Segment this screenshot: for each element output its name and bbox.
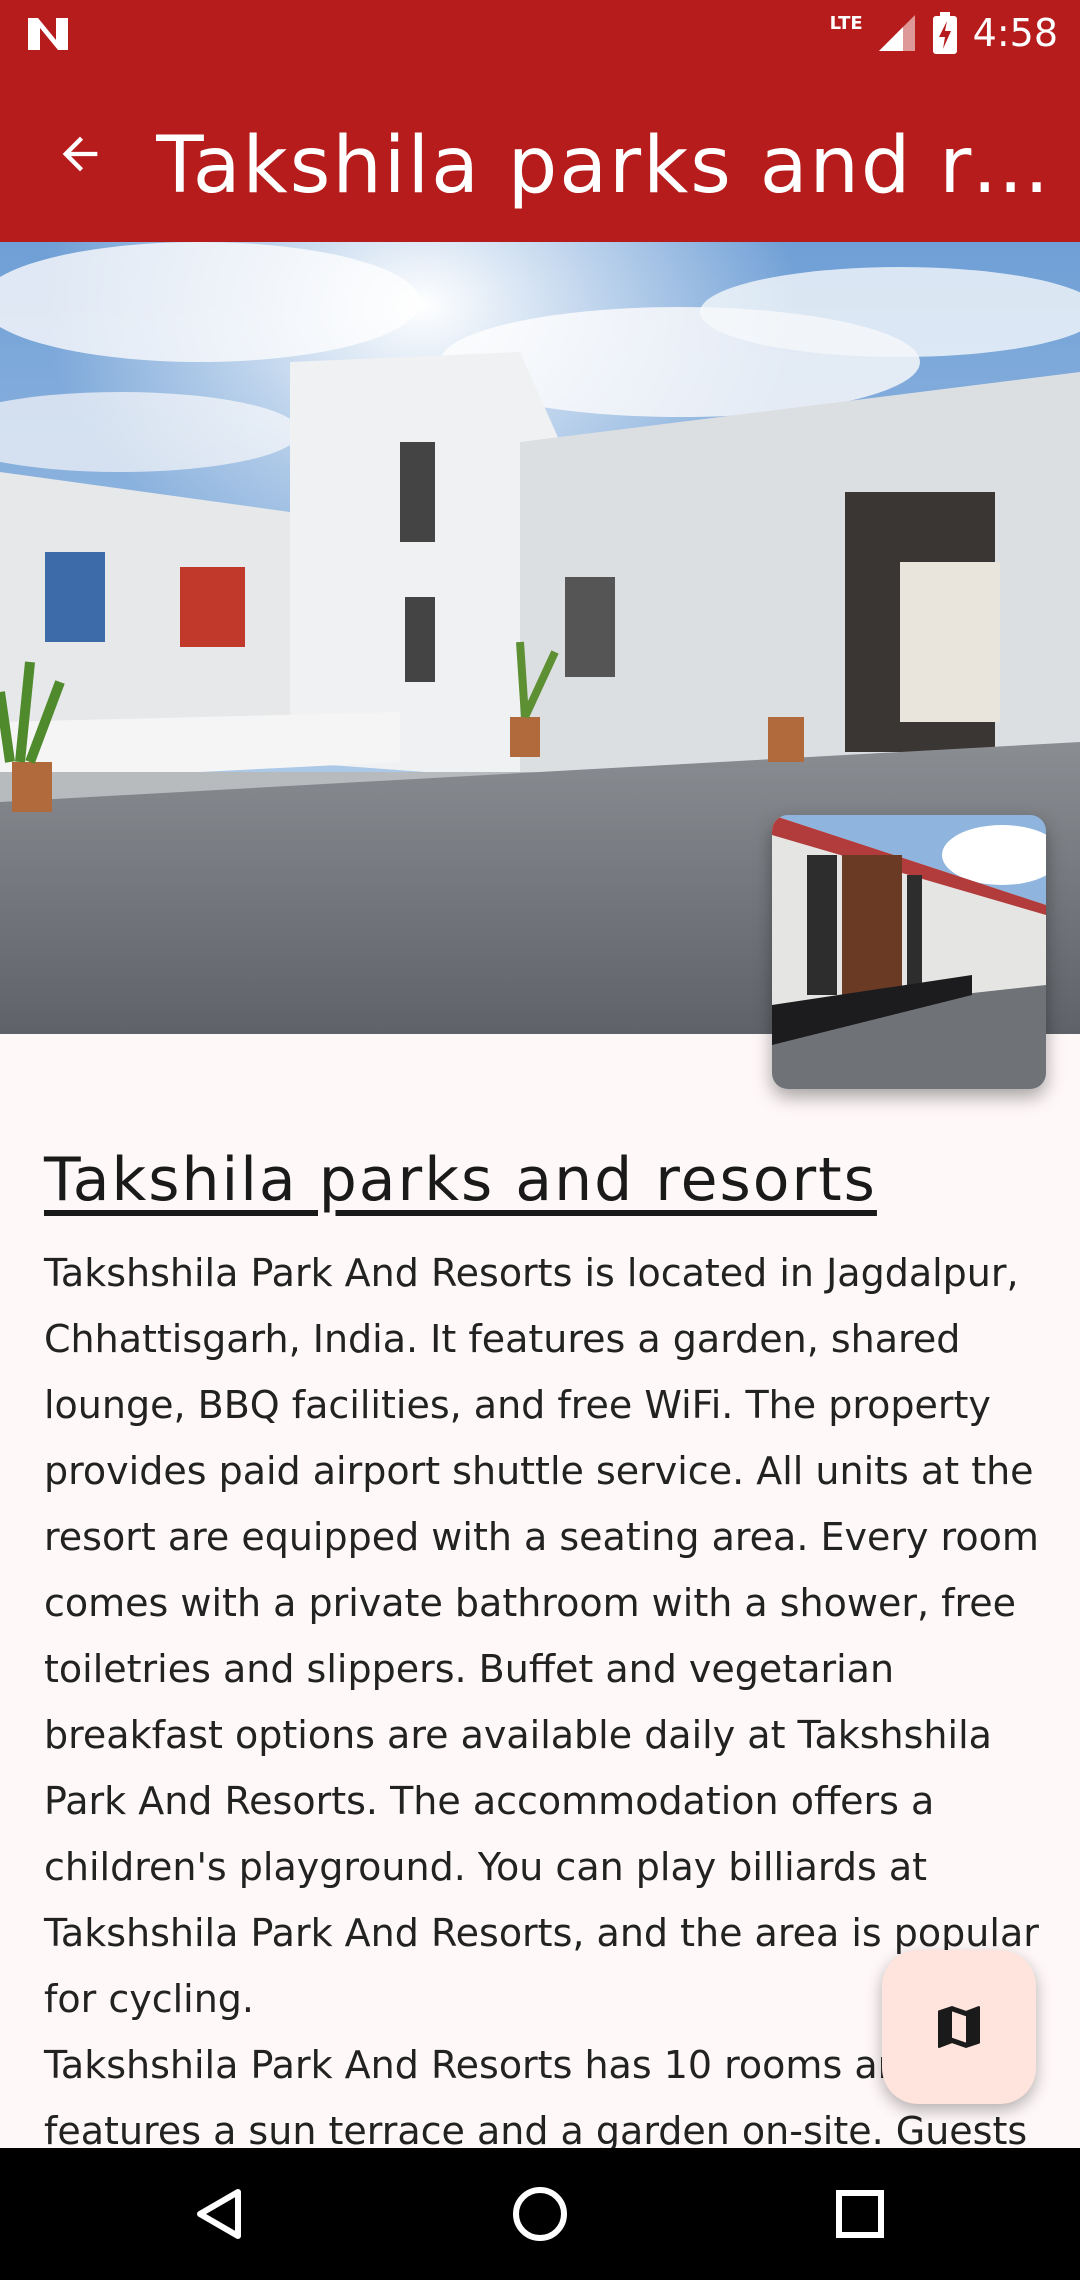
- nav-back-button[interactable]: [184, 2178, 256, 2250]
- n-logo-icon: [28, 18, 68, 50]
- nav-home-icon: [513, 2187, 567, 2241]
- clock: 4:58: [972, 11, 1058, 55]
- resort-heading: Takshila parks and resorts: [44, 1145, 877, 1215]
- navigation-bar: [0, 2148, 1080, 2280]
- nav-recents-button[interactable]: [824, 2178, 896, 2250]
- battery-charging-icon: [932, 12, 957, 54]
- resort-rooms-photo: [772, 815, 1046, 1089]
- arrow-back-icon: [62, 136, 98, 172]
- description-paragraph: Takshshila Park And Resorts is located i…: [44, 1251, 1039, 2021]
- network-type: LTE: [829, 12, 863, 34]
- nav-home-button[interactable]: [504, 2178, 576, 2250]
- app-bar: Takshila parks and resorts: [0, 66, 1080, 242]
- nav-back-icon: [197, 2189, 241, 2239]
- thumbnail-image[interactable]: [772, 815, 1046, 1089]
- status-bar: LTE 4:58: [0, 0, 1080, 66]
- map-icon: [938, 2006, 980, 2048]
- nav-recents-icon: [836, 2190, 884, 2238]
- map-button[interactable]: [882, 1950, 1036, 2104]
- page-title: Takshila parks and resorts: [156, 121, 1056, 211]
- signal-icon: [878, 15, 915, 51]
- back-button[interactable]: [40, 114, 120, 194]
